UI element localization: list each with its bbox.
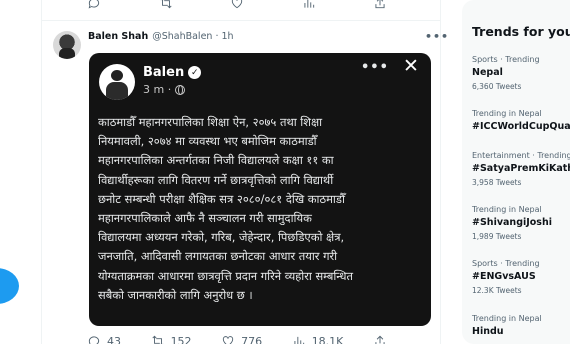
text-line: विद्यार्थीहरूका लागि वितरण गर्ने छात्रवृ… — [98, 172, 334, 187]
trend-count: 3,958 Tweets — [472, 178, 522, 187]
reply-button[interactable] — [87, 0, 107, 10]
share-button[interactable] — [373, 334, 387, 344]
heart-icon — [231, 0, 243, 9]
trend-count: 12.3K Tweets — [472, 286, 522, 295]
reply-count: 43 — [107, 334, 121, 344]
retweet-button[interactable] — [159, 0, 179, 10]
text-line: महानगरपालिकाले आफै नै सञ्चालन गरी सामुदा… — [98, 211, 312, 226]
embedded-avatar — [99, 64, 135, 100]
timeline-column: Balen Shah @ShahBalen · 1h ••• Balen ✓ 3… — [41, 0, 448, 344]
text-line: काठमाडौँ महानगरपालिका शिक्षा ऐन, २०७५ तथ… — [98, 115, 323, 129]
like-button[interactable] — [230, 0, 250, 10]
trend-meta: Sports · Trending — [472, 55, 540, 64]
close-icon: ✕ — [403, 55, 419, 77]
verified-icon: ✓ — [188, 66, 202, 79]
tweet-header: Balen Shah @ShahBalen · 1h — [88, 31, 234, 42]
trends-panel: Trends for you Sports · Trending Nepal 6… — [462, 0, 570, 344]
trend-name: #SatyaPremKiKatha — [472, 163, 570, 174]
retweet-count: 152 — [170, 334, 192, 344]
text-line: महानगरपालिका अन्तर्गतका निजी विद्यालयले … — [98, 153, 334, 168]
trend-item[interactable]: Sports · Trending #ENGvsAUS 12.3K Tweets — [472, 259, 570, 295]
heart-icon — [222, 336, 234, 344]
trend-meta: Entertainment · Trending — [472, 151, 570, 160]
embedded-post-image[interactable]: Balen ✓ 3 m · ••• ✕ काठमाडौँ महानगरपालिक… — [89, 53, 431, 326]
trend-name: #ICCWorldCupQualifier — [472, 121, 570, 132]
analytics-icon — [294, 336, 304, 344]
avatar[interactable] — [53, 31, 81, 59]
retweet-icon — [160, 0, 172, 9]
trend-name: #ShivangiJoshi — [472, 217, 552, 228]
globe-icon — [175, 84, 186, 95]
header-separator: · — [215, 31, 219, 42]
text-line: छनोट सम्बन्धी परीक्षा शैक्षिक सत्र २०८०/… — [98, 191, 345, 206]
trend-meta: Trending in Nepal — [472, 314, 542, 323]
reply-icon — [88, 336, 100, 344]
embedded-time-label: 3 m · — [143, 83, 172, 96]
embedded-more-icon: ••• — [361, 60, 389, 75]
reply-button[interactable]: 43 — [87, 334, 121, 344]
trend-count: 1,989 Tweets — [472, 232, 522, 241]
trend-item[interactable]: Trending in Nepal Hindu — [472, 314, 570, 337]
tweet-actions: 43 152 776 18.1K — [87, 334, 387, 344]
text-line: योग्यताक्रमका आधारमा छात्रवृत्ति प्रदान … — [98, 268, 353, 283]
trend-meta: Sports · Trending — [472, 259, 540, 268]
trend-item[interactable]: Trending in Nepal #ICCWorldCupQualifier — [472, 109, 570, 132]
tweet-divider — [42, 20, 440, 21]
trend-name: Nepal — [472, 67, 503, 78]
reply-icon — [88, 0, 100, 9]
trend-meta: Trending in Nepal — [472, 109, 542, 118]
share-button[interactable] — [373, 0, 387, 10]
previous-tweet-actions — [87, 0, 387, 10]
embedded-time: 3 m · — [143, 83, 186, 96]
like-count: 776 — [241, 334, 263, 344]
retweet-button[interactable]: 152 — [151, 334, 192, 344]
views-button[interactable]: 18.1K — [292, 334, 344, 344]
trend-name: #ENGvsAUS — [472, 271, 536, 282]
text-line: जनजाति, आदिवासी लगायतका छनोटका आधार तयार… — [98, 249, 338, 264]
views-button[interactable] — [302, 0, 322, 10]
share-icon — [375, 0, 385, 9]
views-count: 18.1K — [311, 334, 344, 344]
trend-item[interactable]: Entertainment · Trending #SatyaPremKiKat… — [472, 151, 570, 187]
trends-title: Trends for you — [472, 24, 570, 39]
trend-meta: Trending in Nepal — [472, 205, 542, 214]
trend-name: Hindu — [472, 326, 504, 337]
tweet-timestamp[interactable]: 1h — [221, 31, 233, 42]
author-name[interactable]: Balen Shah — [88, 31, 148, 42]
text-line: सबैको जानकारीको लागि अनुरोध छ । — [98, 287, 253, 302]
compose-tweet-button[interactable] — [0, 268, 19, 304]
trend-count: 6,360 Tweets — [472, 82, 522, 91]
more-options-icon[interactable]: ••• — [425, 30, 449, 43]
author-handle[interactable]: @ShahBalen — [152, 31, 212, 42]
embedded-author: Balen ✓ — [143, 65, 202, 80]
trend-item[interactable]: Sports · Trending Nepal 6,360 Tweets — [472, 55, 570, 91]
retweet-icon — [151, 335, 163, 344]
embedded-author-name: Balen — [143, 65, 185, 80]
analytics-icon — [303, 0, 314, 8]
like-button[interactable]: 776 — [221, 334, 262, 344]
text-line: विद्यालयमा अध्ययन गरेको, गरिब, जेहेन्दार… — [98, 230, 345, 245]
trend-item[interactable]: Trending in Nepal #ShivangiJoshi 1,989 T… — [472, 205, 570, 241]
share-icon — [375, 335, 385, 344]
text-line: नियमावली, २०७४ मा व्यवस्था भए बमोजिम काठ… — [98, 134, 317, 149]
embedded-post-text: काठमाडौँ महानगरपालिका शिक्षा ऐन, २०७५ तथ… — [98, 113, 426, 305]
